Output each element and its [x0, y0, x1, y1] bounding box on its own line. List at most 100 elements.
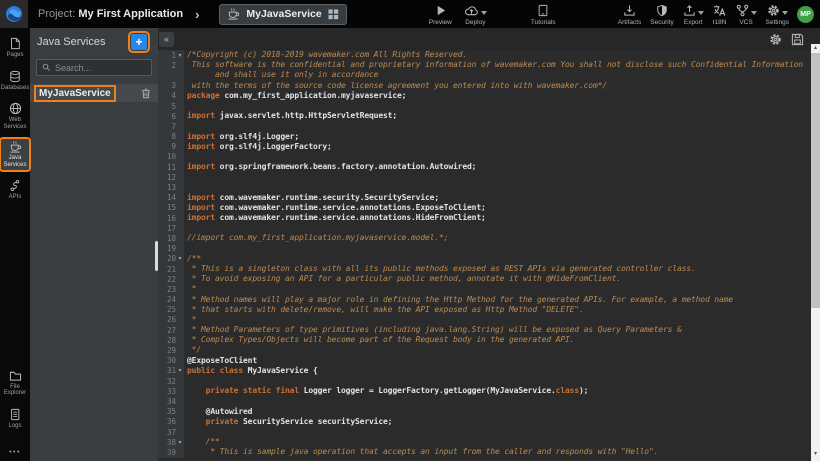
code-line[interactable]: 33 private static final Logger logger = …	[158, 386, 811, 396]
code-line[interactable]: and shall use it only in accordance	[158, 70, 811, 80]
code-line[interactable]: 8import org.slf4j.Logger;	[158, 132, 811, 142]
code-line[interactable]: 36 private SecurityService securityServi…	[158, 417, 811, 427]
line-number-gutter: 27	[158, 325, 184, 335]
i18n-button[interactable]: I18N	[713, 3, 727, 26]
line-number-gutter: 10	[158, 152, 184, 162]
sidebar-item-web-services[interactable]: Web Services	[1, 100, 29, 132]
service-list-item[interactable]: MyJavaService	[30, 84, 158, 102]
wavemaker-logo[interactable]	[0, 0, 28, 28]
export-button[interactable]: Export	[683, 3, 704, 26]
code-line[interactable]: 20▾/**	[158, 254, 811, 264]
chevron-down-icon[interactable]	[751, 11, 757, 15]
code-line[interactable]: 26 *	[158, 315, 811, 325]
line-number-gutter: 20▾	[158, 254, 184, 264]
panel-scrollbar-thumb[interactable]	[155, 241, 158, 271]
code-line[interactable]: 31▾public class MyJavaService {	[158, 366, 811, 376]
line-number-gutter: 3	[158, 81, 184, 91]
delete-service-button[interactable]	[141, 88, 151, 99]
tutorials-button[interactable]: Tutorials	[531, 3, 556, 26]
vcs-button[interactable]: VCS	[736, 3, 757, 26]
code-line[interactable]: 18//import com.my_first_application.myja…	[158, 233, 811, 243]
code-line[interactable]: 39 * This is sample java operation that …	[158, 447, 811, 457]
sidebar-item-logs[interactable]: Logs	[1, 406, 29, 432]
add-java-service-button[interactable]: +	[131, 34, 147, 50]
java-services-panel: Java Services + MyJavaService	[30, 28, 158, 461]
project-label: Project:	[38, 8, 75, 20]
sidebar-item-pages[interactable]: Pages	[1, 35, 29, 61]
sidebar-item-label: APIs	[9, 194, 22, 201]
code-line[interactable]: 5	[158, 101, 811, 111]
code-line[interactable]: 30@ExposeToClient	[158, 356, 811, 366]
code-line[interactable]: 3 with the terms of the source code lice…	[158, 81, 811, 91]
fold-toggle-icon[interactable]: ▾	[176, 255, 184, 262]
collapse-panel-button[interactable]: «	[159, 32, 174, 47]
code-line[interactable]: 28 * Complex Types/Objects will become p…	[158, 335, 811, 345]
sidebar-item-java-services[interactable]: Java Services	[1, 139, 29, 170]
avatar[interactable]: MP	[797, 6, 814, 23]
editor-settings-button[interactable]	[769, 33, 782, 46]
code-line[interactable]: 14import com.wavemaker.runtime.security.…	[158, 193, 811, 203]
code-line[interactable]: 29 */	[158, 345, 811, 355]
save-button[interactable]	[791, 33, 804, 46]
tab-myjavaservice[interactable]: MyJavaService	[219, 4, 346, 25]
line-number-gutter: 6	[158, 111, 184, 121]
sidebar-item-file-explorer[interactable]: File Explorer	[1, 368, 29, 399]
code-line[interactable]: 15import com.wavemaker.runtime.service.a…	[158, 203, 811, 213]
tutorials-label: Tutorials	[531, 19, 556, 26]
chevron-down-icon[interactable]	[481, 11, 487, 15]
code-line[interactable]: 22 * To avoid exposing an API for a part…	[158, 274, 811, 284]
sidebar-item-apis[interactable]: APIs	[1, 177, 29, 203]
project-name: My First Application	[78, 8, 183, 20]
line-number-gutter: 12	[158, 172, 184, 182]
code-line[interactable]: 4package com.my_first_application.myjava…	[158, 91, 811, 101]
code-line[interactable]: 38▾ /**	[158, 437, 811, 447]
services-grid-icon[interactable]	[328, 9, 339, 20]
chevron-down-icon[interactable]	[698, 11, 704, 15]
code-line[interactable]: 12	[158, 172, 811, 182]
code-line[interactable]: 37	[158, 427, 811, 437]
code-line[interactable]: 21 * This is a singleton class with all …	[158, 264, 811, 274]
save-icon	[791, 33, 804, 46]
code-line[interactable]: 13	[158, 182, 811, 192]
line-number-gutter: 33	[158, 386, 184, 396]
code-line[interactable]: 9import org.slf4j.LoggerFactory;	[158, 142, 811, 152]
code-line[interactable]: 23 *	[158, 284, 811, 294]
preview-button[interactable]: Preview	[429, 3, 452, 26]
artifacts-button[interactable]: Artifacts	[618, 3, 641, 26]
code-line[interactable]: 35 @Autowired	[158, 407, 811, 417]
code-line[interactable]: 6import javax.servlet.http.HttpServletRe…	[158, 111, 811, 121]
line-number-gutter: 8	[158, 132, 184, 142]
code-line[interactable]: 25 * that starts with delete/remove, wil…	[158, 305, 811, 315]
more-options-icon[interactable]: •••	[9, 449, 21, 456]
scroll-up-icon[interactable]: ▴	[811, 44, 820, 53]
code-line[interactable]: 10	[158, 152, 811, 162]
scroll-down-icon[interactable]: ▾	[811, 448, 820, 461]
code-area[interactable]: 1▾/*Copyright (c) 2018-2019 wavemaker.co…	[158, 50, 811, 461]
breadcrumb-chevron-icon: ›	[195, 7, 199, 22]
fold-toggle-icon[interactable]: ▾	[176, 367, 184, 374]
code-line[interactable]: 27 * Method Parameters of type primitive…	[158, 325, 811, 335]
search-input[interactable]	[55, 63, 145, 73]
code-line[interactable]: 1▾/*Copyright (c) 2018-2019 wavemaker.co…	[158, 50, 811, 60]
settings-button[interactable]: Settings	[766, 3, 790, 26]
line-number-gutter: 14	[158, 193, 184, 203]
code-line[interactable]: 11import org.springframework.beans.facto…	[158, 162, 811, 172]
code-line[interactable]: 2 This software is the confidential and …	[158, 60, 811, 70]
fold-toggle-icon[interactable]: ▾	[176, 52, 184, 59]
code-line[interactable]: 34	[158, 396, 811, 406]
deploy-button[interactable]: Deploy	[464, 3, 487, 26]
code-line[interactable]: 7	[158, 121, 811, 131]
sidebar-item-databases[interactable]: Databases	[1, 68, 29, 94]
security-button[interactable]: Security	[650, 3, 673, 26]
code-line[interactable]: 17	[158, 223, 811, 233]
sidebar-item-label: Java Services	[1, 155, 29, 168]
code-line[interactable]: 19	[158, 244, 811, 254]
scrollbar-thumb[interactable]	[811, 53, 820, 308]
code-line[interactable]: 16import com.wavemaker.runtime.service.a…	[158, 213, 811, 223]
fold-toggle-icon[interactable]: ▾	[176, 439, 184, 446]
editor-scrollbar[interactable]: ▴ ▾	[811, 44, 820, 461]
chevron-down-icon[interactable]	[782, 11, 788, 15]
code-line[interactable]: 24 * Method names will play a major role…	[158, 295, 811, 305]
search-box	[36, 59, 152, 76]
code-line[interactable]: 32	[158, 376, 811, 386]
